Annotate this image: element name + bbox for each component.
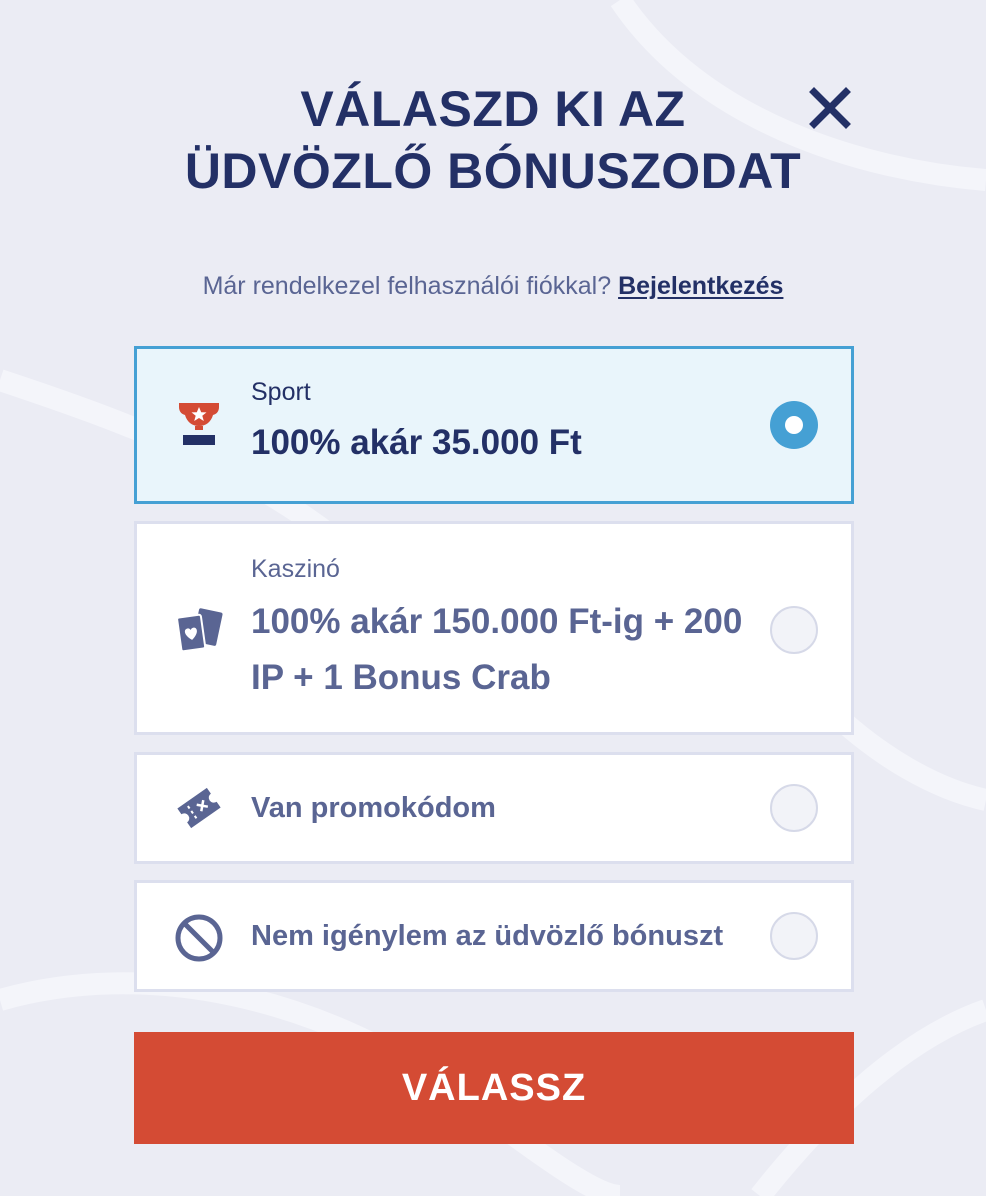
ticket-icon bbox=[177, 787, 221, 829]
login-question: Már rendelkezel felhasználói fiókkal? bbox=[202, 272, 612, 300]
close-button[interactable] bbox=[808, 86, 852, 130]
option-casino[interactable]: Kaszinó 100% akár 150.000 Ft-ig + 200 IP… bbox=[134, 521, 854, 735]
title-line-2: ÜDVÖZLŐ BÓNUSZODAT bbox=[184, 143, 802, 199]
option-offer-line-2: IP + 1 Bonus Crab bbox=[251, 658, 551, 697]
option-offer-line-1: 100% akár 150.000 Ft-ig + 200 bbox=[251, 602, 743, 641]
option-sport-text: Sport 100% akár 35.000 Ft bbox=[251, 377, 761, 471]
trophy-icon bbox=[179, 403, 219, 445]
close-icon bbox=[809, 87, 851, 129]
login-link[interactable]: Bejelentkezés bbox=[618, 272, 783, 300]
option-promo-text: Van promokódom bbox=[251, 790, 761, 826]
option-no-bonus-text: Nem igénylem az üdvözlő bónuszt bbox=[251, 918, 761, 954]
radio-casino[interactable] bbox=[770, 606, 818, 654]
radio-no-bonus[interactable] bbox=[770, 912, 818, 960]
no-entry-icon bbox=[175, 914, 223, 962]
radio-promo-code[interactable] bbox=[770, 784, 818, 832]
choose-button[interactable]: VÁLASSZ bbox=[134, 1032, 854, 1144]
option-sport[interactable]: Sport 100% akár 35.000 Ft bbox=[134, 346, 854, 504]
option-category: Sport bbox=[251, 378, 311, 406]
cards-icon bbox=[176, 608, 223, 653]
radio-sport[interactable] bbox=[770, 401, 818, 449]
option-promo-code[interactable]: Van promokódom bbox=[134, 752, 854, 864]
login-prompt: Már rendelkezel felhasználói fiókkal? Be… bbox=[0, 270, 986, 302]
option-category: Kaszinó bbox=[251, 555, 340, 583]
option-label: Van promokódom bbox=[251, 792, 496, 824]
option-label: Nem igénylem az üdvözlő bónuszt bbox=[251, 920, 724, 952]
option-no-bonus[interactable]: Nem igénylem az üdvözlő bónuszt bbox=[134, 880, 854, 992]
option-casino-text: Kaszinó 100% akár 150.000 Ft-ig + 200 IP… bbox=[251, 554, 761, 706]
option-offer: 100% akár 35.000 Ft bbox=[251, 423, 582, 462]
